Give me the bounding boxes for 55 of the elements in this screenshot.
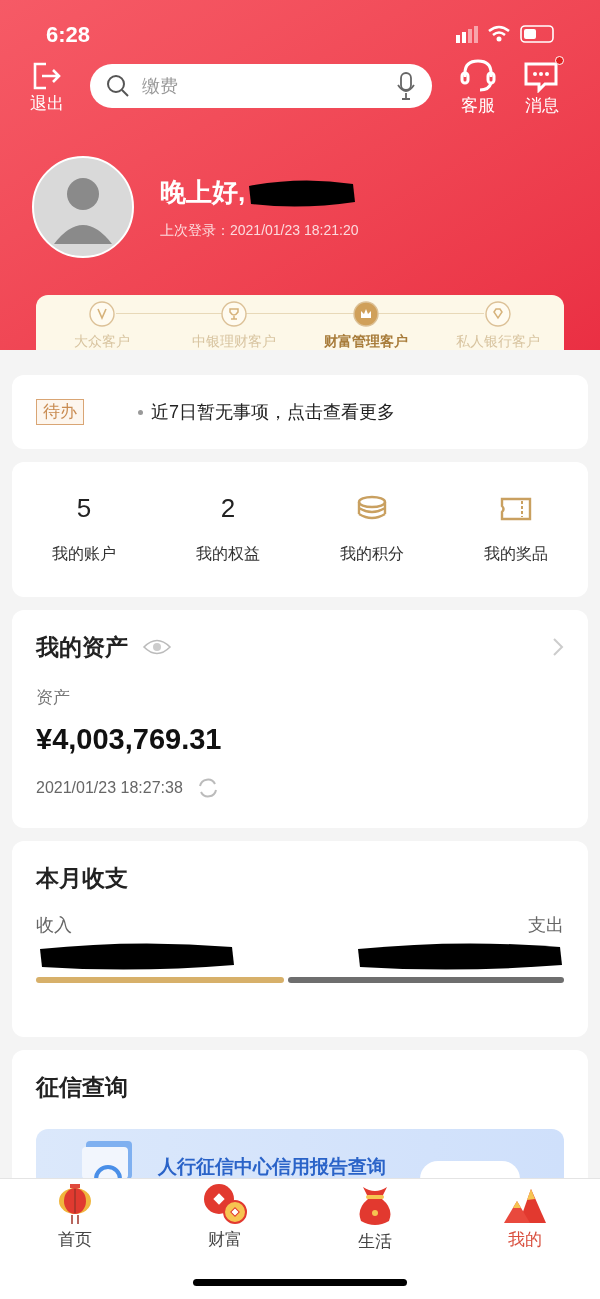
monthly-title: 本月收支 <box>36 864 129 893</box>
logout-icon <box>32 60 62 91</box>
tab-item[interactable]: 首页 <box>0 1179 150 1251</box>
search-field[interactable]: 缴费 <box>142 72 384 100</box>
query-button[interactable] <box>420 1160 520 1179</box>
todo-card[interactable]: 待办 近7日暂无事项，点击查看更多 <box>12 375 588 449</box>
coins-icon <box>203 1183 247 1225</box>
banner-text: 人行征信中心信用报告查询 <box>158 1154 386 1179</box>
tab-item[interactable]: 生活 <box>300 1179 450 1251</box>
assets-title: 我的资产 <box>36 633 128 662</box>
status-time: 6:28 <box>46 20 91 49</box>
last-login-text: 上次登录：2021/01/23 18:21:20 <box>160 221 359 240</box>
tier-label: 财富管理客户 <box>324 332 408 351</box>
search-bar[interactable]: 缴费 <box>90 64 432 108</box>
greeting-text: 晚上好, <box>160 176 246 209</box>
count-value: 2 <box>220 492 236 525</box>
crown-icon <box>353 301 379 327</box>
headset-button[interactable]: 客服 <box>456 58 500 114</box>
shortcut-item[interactable]: 2 我的权益 <box>156 493 300 566</box>
tier-label: 私人银行客户 <box>456 332 540 351</box>
updated-time: 2021/01/23 18:27:38 <box>36 777 183 798</box>
assets-amount: ¥4,003,769.31 <box>36 722 223 757</box>
todo-tag: 待办 <box>36 399 84 425</box>
v-icon <box>89 301 115 327</box>
battery-icon <box>520 25 554 43</box>
wifi-icon <box>488 25 510 43</box>
tab-item[interactable]: 我的 <box>450 1179 600 1251</box>
count-value: 5 <box>76 492 92 525</box>
shortcut-label: 我的权益 <box>196 543 260 564</box>
credit-banner[interactable]: 人行征信中心信用报告查询 <box>36 1128 564 1179</box>
shortcut-item[interactable]: 5 我的账户 <box>12 493 156 566</box>
assets-label: 资产 <box>36 686 71 709</box>
credit-title: 征信查询 <box>36 1073 129 1102</box>
shortcut-item[interactable]: 我的奖品 <box>444 493 588 566</box>
tier-label: 大众客户 <box>74 332 130 351</box>
income-label: 收入 <box>36 913 72 937</box>
headset-icon <box>459 58 497 93</box>
lantern-icon <box>57 1183 93 1225</box>
eye-icon <box>142 638 172 657</box>
ticket-icon <box>500 495 532 522</box>
todo-text: 近7日暂无事项，点击查看更多 <box>151 400 395 424</box>
shortcut-item[interactable]: 我的积分 <box>300 493 444 566</box>
shortcut-label: 我的账户 <box>52 543 116 564</box>
tier-label: 中银理财客户 <box>192 332 276 351</box>
chevron-right-icon[interactable] <box>552 637 564 658</box>
trophy-icon <box>221 301 247 327</box>
expense-label: 支出 <box>528 913 564 937</box>
refresh-icon[interactable] <box>196 776 219 799</box>
shortcut-label: 我的奖品 <box>484 543 548 564</box>
signal-icon <box>456 25 478 43</box>
shortcut-label: 我的积分 <box>340 543 404 564</box>
message-button[interactable]: 消息 <box>520 58 564 114</box>
search-icon <box>106 74 130 98</box>
tab-item[interactable]: 财富 <box>150 1179 300 1251</box>
microphone-icon <box>396 71 416 101</box>
